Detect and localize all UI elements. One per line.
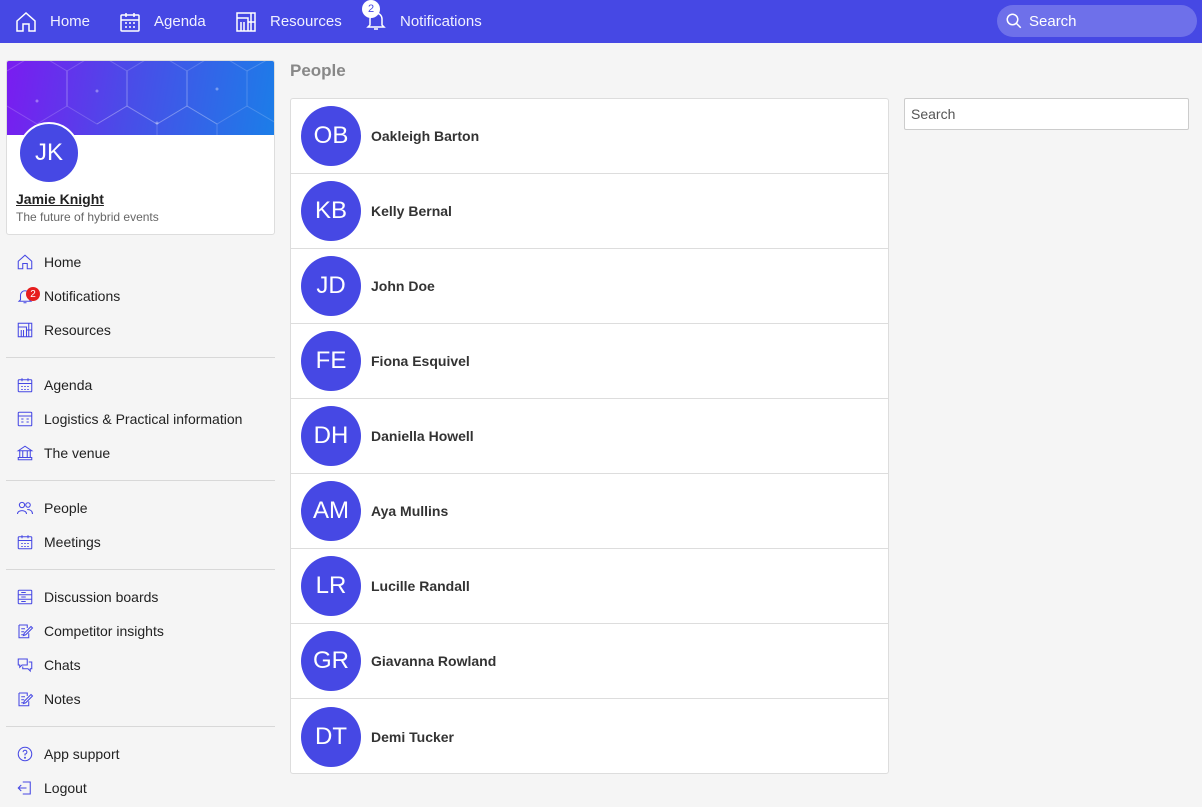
logistics-icon [17, 411, 33, 427]
sidebar-item-label: The venue [44, 445, 111, 461]
avatar: FE [301, 331, 361, 391]
search-icon [1006, 13, 1022, 29]
sidebar-item-label: Meetings [44, 534, 101, 550]
avatar: GR [301, 631, 361, 691]
profile-avatar[interactable]: JK [18, 122, 80, 184]
people-search-input[interactable] [904, 98, 1189, 130]
sidebar-divider [6, 726, 275, 727]
top-search-field[interactable]: Search [997, 5, 1197, 37]
sidebar-item-label: Resources [44, 322, 111, 338]
avatar: OB [301, 106, 361, 166]
sidebar-item-discussion-boards[interactable]: Discussion boards [16, 585, 158, 609]
people-list: OB Oakleigh Barton KB Kelly Bernal JD Jo… [290, 98, 889, 774]
top-nav-bar: Home Agenda Resources 2 Notifications Se… [0, 0, 1202, 43]
top-search-label: Search [1029, 12, 1077, 30]
sidebar-item-label: Notes [44, 691, 81, 707]
avatar: DH [301, 406, 361, 466]
sidebar-item-logout[interactable]: Logout [16, 776, 87, 800]
avatar: LR [301, 556, 361, 616]
avatar: AM [301, 481, 361, 541]
sidebar-item-notes[interactable]: Notes [16, 687, 81, 711]
top-nav-home-label: Home [50, 13, 91, 30]
profile-name-link[interactable]: Jamie Knight [16, 191, 104, 207]
sidebar-item-label: Logout [44, 780, 87, 796]
sidebar-item-logistics[interactable]: Logistics & Practical information [16, 407, 242, 431]
person-name: Giavanna Rowland [371, 653, 497, 669]
profile-tagline: The future of hybrid events [16, 210, 159, 224]
sidebar-item-label: Agenda [44, 377, 93, 393]
sidebar-item-chats[interactable]: Chats [16, 653, 81, 677]
profile-card: JK Jamie Knight The future of hybrid eve… [6, 60, 275, 235]
edit-note-icon [18, 692, 34, 707]
list-item[interactable]: DH Daniella Howell [291, 399, 888, 474]
calendar-icon [17, 378, 33, 393]
sidebar-item-competitor-insights[interactable]: Competitor insights [16, 619, 164, 643]
calendar-icon [120, 12, 140, 32]
sidebar-item-resources[interactable]: Resources [16, 318, 111, 342]
bell-icon-wrap: 2 [16, 287, 44, 305]
resources-icon [17, 322, 33, 338]
logout-icon [17, 781, 31, 795]
sidebar-item-agenda[interactable]: Agenda [16, 373, 92, 397]
sidebar-item-home[interactable]: Home [16, 250, 81, 274]
venue-icon [16, 445, 34, 461]
sidebar-item-label: Notifications [44, 288, 121, 304]
top-nav-agenda[interactable]: Agenda [104, 0, 220, 43]
list-item[interactable]: FE Fiona Esquivel [291, 324, 888, 399]
list-item[interactable]: GR Giavanna Rowland [291, 624, 888, 699]
home-icon [16, 11, 36, 32]
top-nav-notifications-label: Notifications [400, 13, 482, 30]
bell-icon-wrap: 2 [362, 0, 400, 36]
help-icon [17, 746, 33, 762]
person-name: Lucille Randall [371, 578, 470, 594]
list-item[interactable]: JD John Doe [291, 249, 888, 324]
person-name: Aya Mullins [371, 503, 449, 519]
list-item[interactable]: LR Lucille Randall [291, 549, 888, 624]
sidebar-item-label: Home [44, 254, 82, 270]
person-name: Kelly Bernal [371, 203, 452, 219]
person-name: Demi Tucker [371, 728, 454, 745]
sidebar-divider [6, 357, 275, 358]
list-item[interactable]: DT Demi Tucker [291, 699, 888, 773]
edit-note-icon [18, 624, 34, 639]
sidebar-item-label: Discussion boards [44, 589, 159, 605]
sidebar-divider [6, 569, 275, 570]
notification-count-badge: 2 [26, 287, 40, 301]
person-name: Fiona Esquivel [371, 353, 470, 369]
page-title: People [290, 61, 346, 80]
sidebar-item-people[interactable]: People [16, 496, 88, 520]
notification-count-badge: 2 [362, 0, 380, 18]
top-nav-notifications[interactable]: 2 Notifications [354, 0, 482, 43]
top-nav-resources-label: Resources [270, 13, 342, 30]
resources-icon [236, 11, 256, 32]
sidebar-item-notifications[interactable]: 2 Notifications [16, 284, 120, 308]
avatar: KB [301, 181, 361, 241]
top-nav-resources[interactable]: Resources [220, 0, 354, 43]
sidebar-item-label: Chats [44, 657, 81, 673]
top-nav-home[interactable]: Home [0, 0, 104, 43]
sidebar-item-label: App support [44, 746, 120, 762]
sidebar-item-venue[interactable]: The venue [16, 441, 110, 465]
sidebar-item-meetings[interactable]: Meetings [16, 530, 101, 554]
sidebar-item-label: Competitor insights [44, 623, 164, 639]
person-name: Oakleigh Barton [371, 128, 480, 144]
avatar: DT [301, 706, 361, 767]
person-name: Daniella Howell [371, 428, 474, 444]
list-item[interactable]: KB Kelly Bernal [291, 174, 888, 249]
board-icon [17, 589, 33, 605]
calendar-icon [17, 535, 33, 550]
sidebar-divider [6, 480, 275, 481]
list-item[interactable]: AM Aya Mullins [291, 474, 888, 549]
person-name: John Doe [371, 278, 435, 294]
sidebar-item-label: Logistics & Practical information [44, 411, 243, 427]
people-icon [16, 501, 34, 515]
chat-icon [17, 658, 33, 673]
home-icon [17, 254, 33, 270]
list-item[interactable]: OB Oakleigh Barton [291, 99, 888, 174]
sidebar-item-app-support[interactable]: App support [16, 742, 120, 766]
sidebar-item-label: People [44, 500, 88, 516]
top-nav-agenda-label: Agenda [154, 13, 206, 30]
avatar: JD [301, 256, 361, 316]
